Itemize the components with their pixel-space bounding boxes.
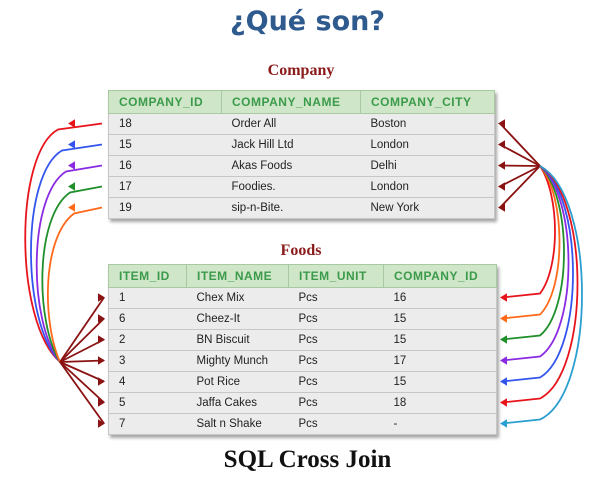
foods-fan-arrow-head <box>98 377 105 386</box>
foods-link-arrow-head <box>500 356 507 365</box>
foods-fan-arrow <box>59 317 105 363</box>
company-link-arrow-head <box>68 119 75 128</box>
company-fan-arrow-head <box>498 182 505 191</box>
company-fan-arrow-head <box>498 161 505 170</box>
foods-link-arrow-head <box>500 398 507 407</box>
company-fan-arrow <box>499 164 541 167</box>
company-fan-arrow-head <box>498 140 505 149</box>
foods-link-arrow <box>501 165 561 320</box>
company-fan-arrow <box>499 165 541 209</box>
foods-link-arrow-head <box>500 335 507 344</box>
foods-link-arrow-head <box>500 293 507 302</box>
foods-link-arrow-head <box>500 314 507 323</box>
company-link-arrow-head <box>68 161 75 170</box>
foods-link-arrow <box>501 165 583 425</box>
foods-fan-arrow-head <box>98 335 105 344</box>
foods-fan-arrow <box>59 361 105 404</box>
company-fan-arrow <box>499 122 541 167</box>
company-fan-arrow-head <box>498 203 505 212</box>
company-fan-arrow-head <box>498 119 505 128</box>
foods-link-arrow <box>501 165 565 341</box>
company-fan-arrow <box>499 143 541 167</box>
foods-fan-arrow <box>59 296 105 363</box>
company-link-arrow <box>30 143 103 363</box>
foods-fan-arrow <box>59 359 105 363</box>
foods-fan-arrow-head <box>98 356 105 365</box>
company-link-arrow <box>35 164 103 363</box>
company-link-arrow-head <box>68 182 75 191</box>
foods-link-arrow-head <box>500 419 507 428</box>
company-link-arrow-head <box>68 140 75 149</box>
company-link-arrow <box>24 122 103 363</box>
foods-link-arrow-head <box>500 377 507 386</box>
company-link-arrow-head <box>68 203 75 212</box>
join-arrows-diagram <box>24 119 583 428</box>
company-fan-arrow <box>499 165 541 188</box>
foods-link-arrow <box>501 165 556 299</box>
footer-title: SQL Cross Join <box>223 446 392 473</box>
